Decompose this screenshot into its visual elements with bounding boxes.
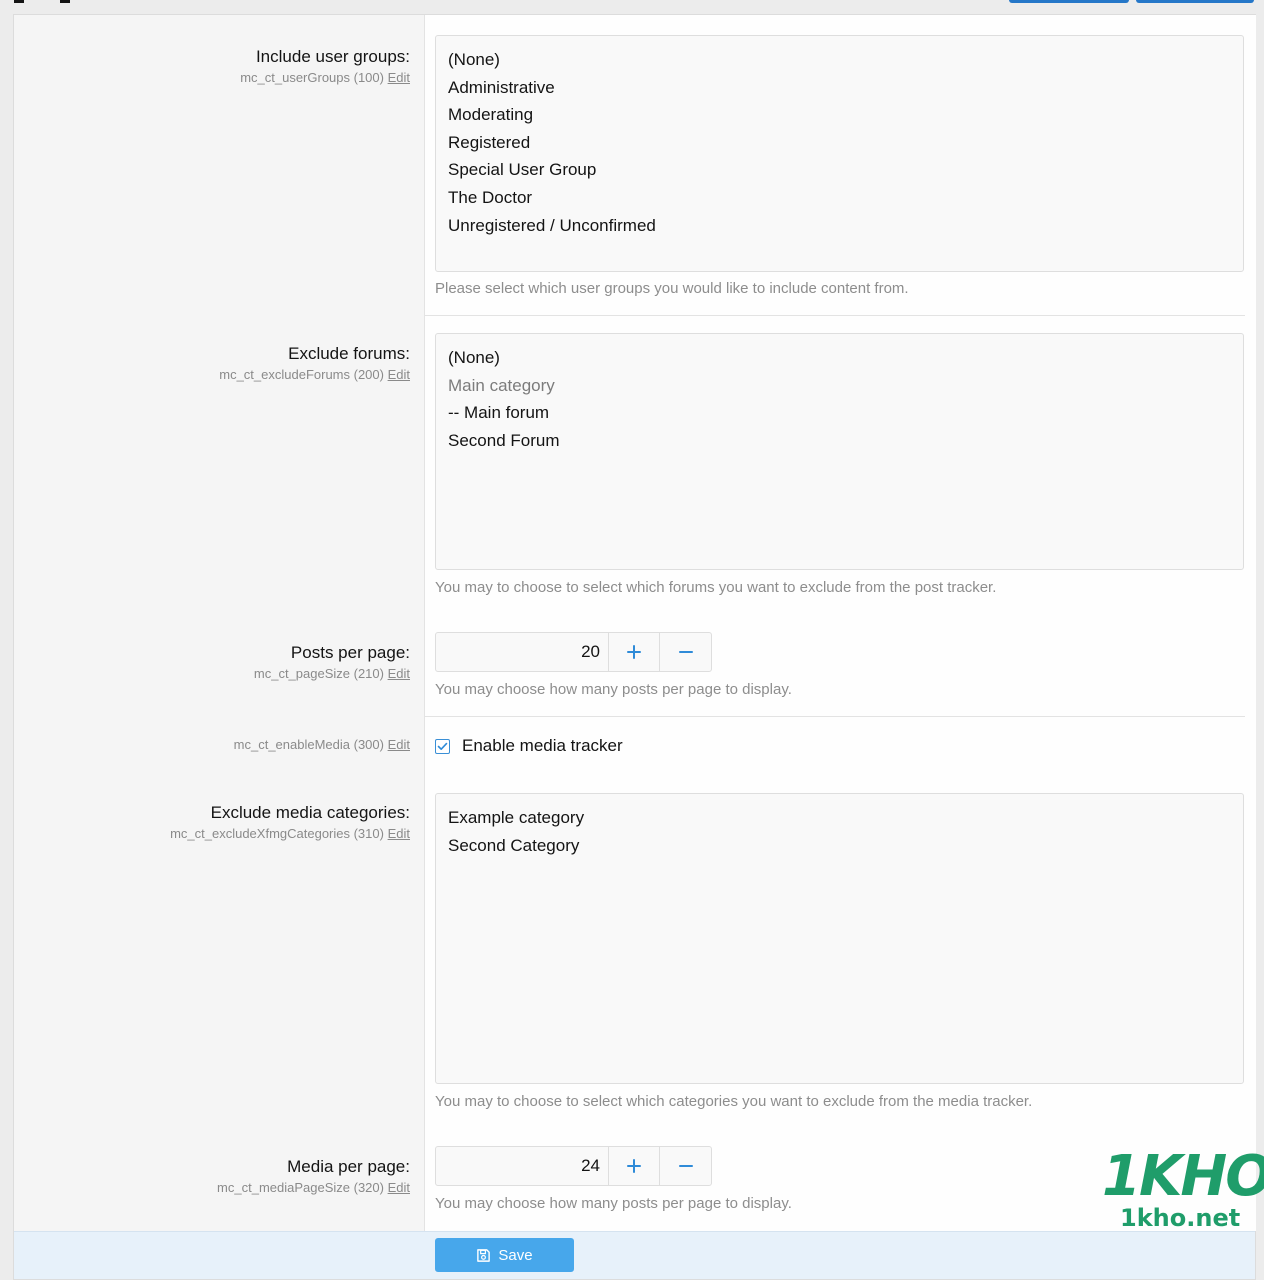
enable-media-checkbox-row[interactable]: Enable media tracker bbox=[435, 736, 623, 756]
select-option[interactable]: -- Main forum bbox=[448, 399, 1231, 427]
check-icon bbox=[437, 742, 448, 750]
user-groups-option-id: mc_ct_userGroups (100) Edit bbox=[240, 69, 410, 87]
top-fragment bbox=[60, 0, 70, 3]
posts-per-page-label-block: Posts per page: mc_ct_pageSize (210) Edi… bbox=[254, 642, 410, 683]
posts-per-page-option-id: mc_ct_pageSize (210) Edit bbox=[254, 665, 410, 683]
media-per-page-stepper: 24 bbox=[435, 1146, 712, 1186]
media-per-page-label: Media per page: bbox=[287, 1157, 410, 1176]
media-per-page-edit-link[interactable]: Edit bbox=[388, 1180, 410, 1195]
enable-media-checkbox[interactable] bbox=[435, 738, 450, 754]
exclude-forums-select[interactable]: (None) Main category -- Main forum Secon… bbox=[435, 333, 1244, 570]
options-panel: Include user groups: mc_ct_userGroups (1… bbox=[13, 14, 1256, 1280]
option-id-text: mc_ct_excludeForums (200) bbox=[219, 367, 384, 382]
enable-media-label-block: mc_ct_enableMedia (300) Edit bbox=[234, 735, 410, 754]
select-option[interactable]: Moderating bbox=[448, 101, 1231, 129]
exclude-forums-label: Exclude forums: bbox=[288, 344, 410, 363]
option-id-text: mc_ct_enableMedia (300) bbox=[233, 737, 384, 752]
increment-button[interactable] bbox=[609, 1147, 660, 1185]
decrement-button[interactable] bbox=[660, 1147, 711, 1185]
exclude-media-option-id: mc_ct_excludeXfmgCategories (310) Edit bbox=[170, 825, 410, 843]
row-divider bbox=[424, 315, 1245, 316]
exclude-forums-option-id: mc_ct_excludeForums (200) Edit bbox=[219, 366, 410, 384]
exclude-media-label: Exclude media categories: bbox=[210, 803, 410, 822]
option-id-text: mc_ct_pageSize (210) bbox=[253, 666, 384, 681]
select-option[interactable]: (None) bbox=[448, 344, 1231, 372]
user-groups-hint: Please select which user groups you woul… bbox=[435, 280, 909, 297]
select-option[interactable]: Special User Group bbox=[448, 156, 1231, 184]
increment-button[interactable] bbox=[609, 633, 660, 671]
select-option[interactable]: The Doctor bbox=[448, 184, 1231, 212]
exclude-media-edit-link[interactable]: Edit bbox=[388, 826, 410, 841]
exclude-media-select[interactable]: Example category Second Category bbox=[435, 793, 1244, 1084]
enable-media-checkbox-label[interactable]: Enable media tracker bbox=[462, 736, 623, 756]
select-option[interactable]: Example category bbox=[448, 804, 1231, 832]
save-button-label: Save bbox=[498, 1246, 533, 1264]
select-option[interactable]: (None) bbox=[448, 46, 1231, 74]
select-option[interactable]: Second Category bbox=[448, 832, 1231, 860]
save-button[interactable]: Save bbox=[435, 1238, 574, 1272]
minus-icon bbox=[678, 1165, 693, 1167]
user-groups-select[interactable]: (None) Administrative Moderating Registe… bbox=[435, 35, 1244, 272]
plus-icon bbox=[627, 645, 641, 659]
watermark-logo-url: 1kho.net bbox=[1120, 1204, 1241, 1232]
option-id-text: mc_ct_mediaPageSize (320) bbox=[217, 1180, 384, 1195]
media-per-page-input[interactable]: 24 bbox=[436, 1147, 609, 1185]
exclude-media-hint: You may to choose to select which catego… bbox=[435, 1093, 1033, 1110]
select-option[interactable]: Second Forum bbox=[448, 427, 1231, 455]
watermark-logo: 1KHO 1kho.net bbox=[1102, 1148, 1264, 1234]
posts-per-page-label: Posts per page: bbox=[290, 643, 410, 662]
floppy-disk-icon bbox=[477, 1248, 491, 1262]
top-fragment bbox=[14, 0, 24, 3]
select-option[interactable]: Administrative bbox=[448, 74, 1231, 102]
posts-per-page-stepper: 20 bbox=[435, 632, 712, 672]
enable-media-edit-link[interactable]: Edit bbox=[388, 737, 410, 752]
row-divider bbox=[424, 716, 1245, 717]
posts-per-page-hint: You may choose how many posts per page t… bbox=[435, 681, 792, 698]
top-button[interactable] bbox=[1009, 0, 1129, 3]
minus-icon bbox=[678, 651, 693, 653]
plus-icon bbox=[627, 1159, 641, 1173]
exclude-media-label-block: Exclude media categories: mc_ct_excludeX… bbox=[170, 802, 410, 843]
select-option[interactable]: Registered bbox=[448, 129, 1231, 157]
user-groups-label-block: Include user groups: mc_ct_userGroups (1… bbox=[240, 46, 410, 87]
user-groups-label: Include user groups: bbox=[255, 47, 410, 66]
posts-per-page-edit-link[interactable]: Edit bbox=[388, 666, 410, 681]
decrement-button[interactable] bbox=[660, 633, 711, 671]
user-groups-edit-link[interactable]: Edit bbox=[388, 70, 410, 85]
enable-media-option-id: mc_ct_enableMedia (300) Edit bbox=[234, 736, 410, 754]
media-per-page-option-id: mc_ct_mediaPageSize (320) Edit bbox=[217, 1179, 410, 1197]
exclude-forums-hint: You may to choose to select which forums… bbox=[435, 579, 997, 596]
option-id-text: mc_ct_excludeXfmgCategories (310) bbox=[170, 826, 384, 841]
select-optgroup: Main category bbox=[448, 375, 555, 395]
media-per-page-label-block: Media per page: mc_ct_mediaPageSize (320… bbox=[217, 1156, 410, 1197]
select-option[interactable]: Unregistered / Unconfirmed bbox=[448, 212, 1231, 240]
top-button[interactable] bbox=[1136, 0, 1254, 3]
exclude-forums-edit-link[interactable]: Edit bbox=[388, 367, 410, 382]
form-submit-row: Save bbox=[14, 1231, 1255, 1279]
watermark-logo-mark: 1KHO bbox=[1102, 1144, 1264, 1209]
option-id-text: mc_ct_userGroups (100) bbox=[240, 70, 384, 85]
top-strip bbox=[0, 0, 1264, 14]
posts-per-page-input[interactable]: 20 bbox=[436, 633, 609, 671]
exclude-forums-label-block: Exclude forums: mc_ct_excludeForums (200… bbox=[219, 343, 410, 384]
media-per-page-hint: You may choose how many posts per page t… bbox=[435, 1195, 792, 1212]
